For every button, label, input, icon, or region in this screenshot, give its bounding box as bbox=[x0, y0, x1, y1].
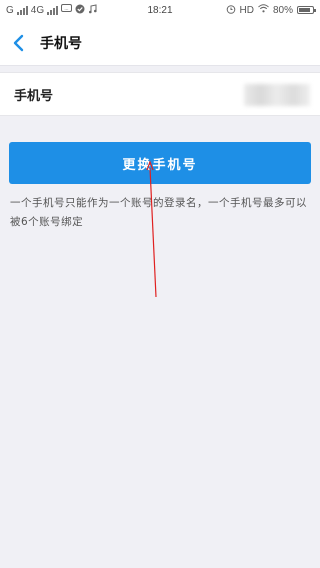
nav-bar: 手机号 bbox=[0, 20, 320, 66]
back-button[interactable] bbox=[4, 20, 34, 65]
status-time: 18:21 bbox=[147, 4, 173, 16]
signal-icon bbox=[16, 5, 28, 15]
status-right: HD 80% bbox=[194, 4, 316, 17]
chat-icon: ... bbox=[61, 4, 73, 16]
signal-icon-2 bbox=[47, 5, 59, 15]
phone-binding-note: 一个手机号只能作为一个账号的登录名，一个手机号最多可以被6个账号绑定 bbox=[10, 197, 307, 228]
page-title: 手机号 bbox=[40, 35, 82, 52]
status-bar: G 4G ... 18:21 HD 80% bbox=[0, 0, 320, 20]
music-icon bbox=[88, 3, 98, 17]
phone-label: 手机号 bbox=[14, 88, 54, 104]
alarm-icon bbox=[226, 4, 236, 17]
network-label: 4G bbox=[30, 4, 45, 16]
change-phone-button[interactable]: 更换手机号 bbox=[9, 142, 311, 184]
phone-number-row: 手机号 bbox=[0, 72, 320, 116]
chevron-left-icon bbox=[13, 34, 24, 51]
svg-text:...: ... bbox=[65, 6, 69, 12]
check-icon bbox=[75, 4, 85, 17]
status-left: G 4G ... bbox=[6, 3, 126, 17]
phone-value-masked bbox=[244, 84, 310, 106]
battery-percent: 80% bbox=[272, 4, 293, 16]
wifi-icon bbox=[258, 4, 269, 16]
battery-icon bbox=[297, 6, 316, 14]
carrier-label: G bbox=[6, 4, 14, 16]
hd-label: HD bbox=[239, 4, 254, 16]
